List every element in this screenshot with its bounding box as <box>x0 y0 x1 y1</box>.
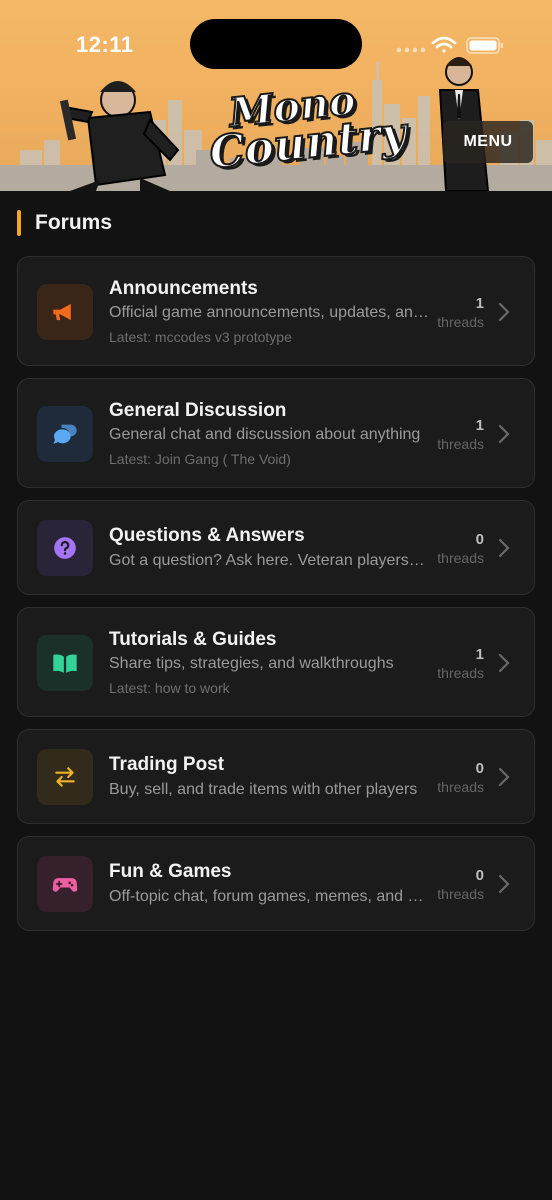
logo-line-2: Country <box>206 107 410 180</box>
wifi-icon <box>431 36 457 53</box>
forum-description: Share tips, strategies, and walkthroughs <box>109 655 394 672</box>
chevron-right-icon <box>498 302 510 322</box>
thread-count-label: threads <box>437 314 484 330</box>
thread-count: 1 <box>475 295 484 312</box>
battery-icon <box>466 37 503 54</box>
thread-count: 1 <box>475 417 484 434</box>
dynamic-island <box>190 19 362 69</box>
thread-count-label: threads <box>437 779 484 795</box>
forum-name: Questions & Answers <box>109 525 305 546</box>
forum-icon-box <box>37 520 93 576</box>
forum-card-trading-post[interactable]: Trading Post Buy, sell, and trade items … <box>17 729 535 824</box>
menu-button[interactable]: MENU <box>443 121 533 163</box>
forum-icon-box <box>37 856 93 912</box>
thread-count: 0 <box>475 867 484 884</box>
status-bar-time: 12:11 <box>76 32 134 57</box>
open-book-icon <box>53 654 77 673</box>
forum-card-tutorials-guides[interactable]: Tutorials & Guides Share tips, strategie… <box>17 607 535 717</box>
header-banner: 12:11 Mono Country MENU <box>0 0 552 191</box>
gamepad-icon <box>52 878 78 892</box>
section-accent-bar <box>17 210 21 236</box>
forum-latest-thread[interactable]: Latest: Join Gang ( The Void) <box>109 451 291 467</box>
chevron-right-icon <box>498 538 510 558</box>
thread-count-label: threads <box>437 886 484 902</box>
forum-icon-box <box>37 406 93 462</box>
forum-latest-thread[interactable]: Latest: how to work <box>109 680 230 696</box>
forum-description: General chat and discussion about anythi… <box>109 426 421 443</box>
forum-card-announcements[interactable]: Announcements Official game announcement… <box>17 256 535 366</box>
page-title: Forums <box>35 211 113 234</box>
forum-icon-box <box>37 284 93 340</box>
forum-description: Got a question? Ask here. Veteran player… <box>109 552 429 569</box>
chevron-right-icon <box>498 874 510 894</box>
forum-icon-box <box>37 749 93 805</box>
thread-count-label: threads <box>437 665 484 681</box>
megaphone-icon <box>53 303 71 321</box>
thread-count: 0 <box>475 760 484 777</box>
forum-name: Announcements <box>109 278 258 299</box>
forum-description: Off-topic chat, forum games, memes, and … <box>109 888 429 905</box>
cellular-signal-icon <box>396 47 426 53</box>
forum-latest-thread[interactable]: Latest: mccodes v3 prototype <box>109 329 292 345</box>
chevron-right-icon <box>498 424 510 444</box>
chevron-right-icon <box>498 767 510 787</box>
forum-name: Fun & Games <box>109 861 232 882</box>
forum-description: Buy, sell, and trade items with other pl… <box>109 781 418 798</box>
forum-name: General Discussion <box>109 400 287 421</box>
thread-count: 0 <box>475 531 484 548</box>
thread-count-label: threads <box>437 436 484 452</box>
forum-card-questions-answers[interactable]: Questions & Answers Got a question? Ask … <box>17 500 535 595</box>
chat-bubbles-icon <box>53 424 77 444</box>
section-header: Forums <box>17 209 112 237</box>
status-bar-icons <box>396 36 503 54</box>
forum-name: Trading Post <box>109 754 225 775</box>
chevron-right-icon <box>498 653 510 673</box>
forum-card-general-discussion[interactable]: General Discussion General chat and disc… <box>17 378 535 488</box>
thread-count: 1 <box>475 646 484 663</box>
forum-card-fun-games[interactable]: Fun & Games Off-topic chat, forum games,… <box>17 836 535 931</box>
thread-count-label: threads <box>437 550 484 566</box>
forum-icon-box <box>37 635 93 691</box>
swap-arrows-icon <box>55 767 75 787</box>
forum-description: Official game announcements, updates, an… <box>109 304 429 321</box>
question-circle-icon <box>54 537 76 559</box>
forum-name: Tutorials & Guides <box>109 629 277 650</box>
